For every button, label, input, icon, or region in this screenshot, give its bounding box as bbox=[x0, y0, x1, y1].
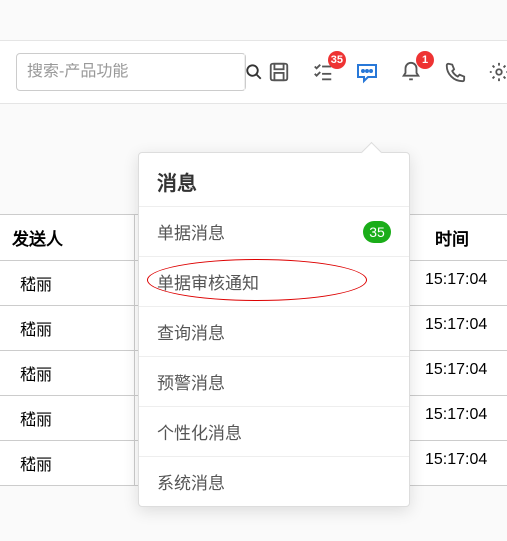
cell-sender: 嵇丽 bbox=[0, 396, 135, 441]
dropdown-item-label: 个性化消息 bbox=[157, 419, 242, 444]
phone-icon bbox=[444, 61, 466, 83]
gear-icon bbox=[488, 61, 507, 83]
dropdown-item-label: 查询消息 bbox=[157, 319, 225, 344]
search-icon bbox=[245, 63, 263, 81]
alert-badge: 1 bbox=[416, 51, 434, 69]
dropdown-item-label: 预警消息 bbox=[157, 369, 225, 394]
cell-sender: 嵇丽 bbox=[0, 351, 135, 396]
chat-icon bbox=[355, 60, 379, 84]
header-sender: 发送人 bbox=[0, 215, 135, 261]
cell-sender: 嵇丽 bbox=[0, 441, 135, 486]
message-button[interactable] bbox=[354, 59, 380, 85]
dropdown-item[interactable]: 单据审核通知 bbox=[139, 256, 409, 306]
settings-button[interactable] bbox=[486, 59, 507, 85]
dropdown-item[interactable]: 查询消息 bbox=[139, 306, 409, 356]
top-toolbar: 35 1 bbox=[0, 40, 507, 104]
save-icon bbox=[268, 61, 290, 83]
dropdown-item[interactable]: 单据消息 35 bbox=[139, 206, 409, 256]
dropdown-item-label: 单据审核通知 bbox=[157, 269, 259, 294]
cell-sender: 嵇丽 bbox=[0, 261, 135, 306]
phone-button[interactable] bbox=[442, 59, 468, 85]
dropdown-item[interactable]: 系统消息 bbox=[139, 456, 409, 506]
task-badge: 35 bbox=[328, 51, 346, 69]
dropdown-item-label: 系统消息 bbox=[157, 469, 225, 494]
alert-button[interactable]: 1 bbox=[398, 59, 424, 85]
dropdown-item[interactable]: 个性化消息 bbox=[139, 406, 409, 456]
toolbar-icons: 35 1 bbox=[266, 59, 507, 85]
search-button[interactable] bbox=[244, 54, 263, 90]
dropdown-item[interactable]: 预警消息 bbox=[139, 356, 409, 406]
search-input[interactable] bbox=[17, 63, 244, 81]
dropdown-title: 消息 bbox=[139, 153, 409, 206]
search-box bbox=[16, 53, 246, 91]
task-button[interactable]: 35 bbox=[310, 59, 336, 85]
save-button[interactable] bbox=[266, 59, 292, 85]
cell-sender: 嵇丽 bbox=[0, 306, 135, 351]
dropdown-badge: 35 bbox=[363, 221, 391, 243]
dropdown-item-label: 单据消息 bbox=[157, 219, 225, 244]
message-dropdown: 消息 单据消息 35 单据审核通知查询消息预警消息个性化消息系统消息 bbox=[138, 152, 410, 507]
